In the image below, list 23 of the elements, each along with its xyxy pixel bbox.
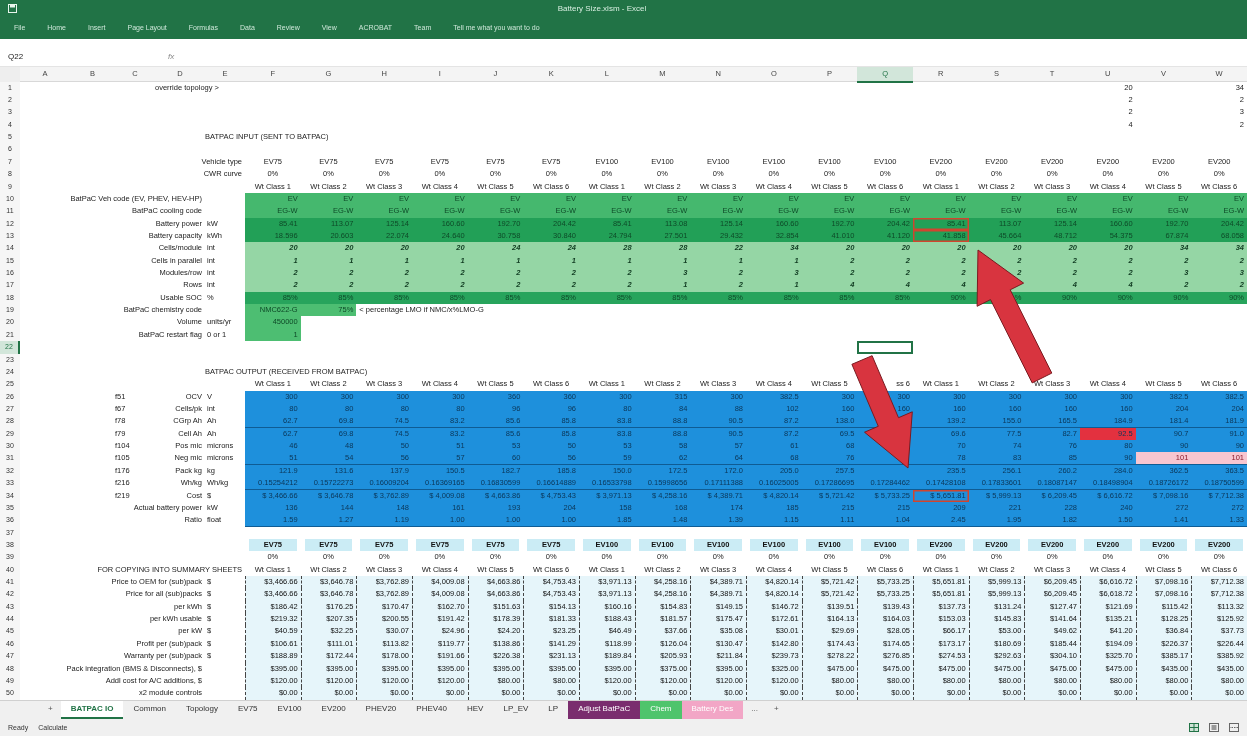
sheet-tab[interactable]: Adjust BatPaC xyxy=(568,700,641,719)
sheet-tab[interactable]: EV100 xyxy=(267,700,312,719)
add-sheet-button[interactable]: + xyxy=(40,700,61,719)
sheet-tab[interactable]: Topology xyxy=(175,700,228,719)
page-layout-icon[interactable] xyxy=(1209,722,1219,732)
function-button[interactable]: fx xyxy=(168,52,175,62)
more-sheets-button[interactable]: ... xyxy=(743,700,766,719)
sheet-tab[interactable]: PHEV40 xyxy=(406,700,457,719)
sheet-tab[interactable]: BATPAC IO xyxy=(60,700,124,719)
window-title: Battery Size.xlsm - Excel xyxy=(556,3,648,13)
sheet-tab[interactable]: Common xyxy=(123,700,176,719)
page-break-icon[interactable] xyxy=(1229,722,1239,732)
add-sheet-button[interactable]: + xyxy=(766,700,787,719)
save-icon[interactable] xyxy=(8,3,17,13)
sheet-tab[interactable]: HEV xyxy=(457,700,494,719)
sheet-tab[interactable]: EV200 xyxy=(311,700,356,719)
name-box[interactable]: Q22 xyxy=(0,52,68,62)
sheet-tab[interactable]: PHEV20 xyxy=(355,700,407,719)
sheet-tab[interactable]: LP_EV xyxy=(493,700,539,719)
selected-cell[interactable] xyxy=(857,341,913,354)
normal-view-icon[interactable] xyxy=(1189,722,1199,732)
sheet-tab[interactable]: LP xyxy=(538,700,569,719)
sheet-tab[interactable]: EV75 xyxy=(227,700,268,719)
